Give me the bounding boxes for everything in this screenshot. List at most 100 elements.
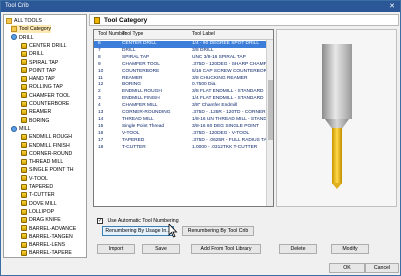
tree-item[interactable]: DRILL [21, 50, 44, 58]
cell-label: 1/4 FLAT ENDMILL - STANDARD [192, 96, 264, 102]
cell-num: 7 [98, 47, 101, 53]
drill-bit-body [332, 128, 342, 184]
drill-icon [11, 125, 17, 132]
tree-item[interactable]: DOVE MILL [21, 200, 57, 208]
table-row[interactable]: 17 TAPERED .375D - .0625R - FULL RADIUS TA… [94, 138, 273, 145]
table-row[interactable]: 3 ENDMILL FINISH 1/4 FLAT ENDMILL - STANDA… [94, 96, 266, 103]
tree-item[interactable]: THREAD MILL [21, 158, 63, 166]
delete-button[interactable]: Delete [279, 244, 317, 254]
tree-item[interactable]: CENTER DRILL [21, 42, 66, 50]
cell-type: T-CUTTER [122, 144, 146, 150]
table-row[interactable]: 11 REAMER 3/8 CHUCKING REAMER [94, 76, 266, 83]
auto-numbering-checkbox[interactable]: ✓ Use Automatic Tool Numbering [97, 217, 179, 225]
tree-item[interactable]: ENDMILL ROUGH [21, 133, 72, 141]
folder-icon [11, 25, 17, 32]
cell-label: .375D - .125R - 120TD - CORNER I [192, 110, 269, 115]
tree-item[interactable]: BARREL-LENS [21, 241, 65, 249]
tool-list-scrollbar[interactable] [266, 40, 273, 206]
table-row[interactable]: 10 COUNTERBORE 5/16 CAP SCREW COUNTERBORE [94, 69, 270, 76]
renumber-by-crib-button[interactable]: Renumbering By Tool Crib [182, 226, 254, 236]
tool-icon [21, 75, 27, 82]
tree-item-label: POINT TAP [29, 67, 56, 74]
table-row[interactable]: 14 THREAD MILL 1/8-16 UN THREAD MILL - STA… [94, 116, 273, 124]
table-row[interactable]: 4 CHAMFER MILL 3/8" Chamfer Endmill [94, 103, 266, 110]
tree-item[interactable]: DRILL [11, 34, 34, 42]
tree-item-label: HAND TAP [29, 76, 55, 83]
tree-item[interactable]: ALL TOOLS [6, 17, 42, 25]
tree-item[interactable]: DRAG KNIFE [21, 216, 61, 224]
cancel-button[interactable]: Cancel [365, 263, 399, 273]
tree-item[interactable]: COUNTERBORE [21, 100, 69, 108]
tree-item[interactable]: POINT TAP [21, 67, 56, 75]
cell-type: CORNER-ROUNDING [122, 110, 171, 115]
cell-num: 4 [98, 103, 101, 109]
table-row[interactable]: 7 DRILL 3/8 DRILL [94, 48, 266, 55]
save-button[interactable]: Save [142, 244, 180, 254]
tree-item[interactable]: HAND TAP [21, 75, 55, 83]
cell-type: THREAD MILL [122, 116, 154, 122]
table-row[interactable]: 15 Single Point Thread 3/8-16 60 DEG SINGL… [94, 124, 266, 131]
tree-item[interactable]: CORNER-ROUND [21, 150, 72, 158]
table-row[interactable]: 8 SPIRAL TAP UNC 3/8-16 SPIRAL TAP [94, 55, 266, 62]
tool-icon [21, 216, 27, 223]
cell-label: 3/8 DRILL [192, 47, 214, 53]
checkbox-box[interactable]: ✓ [97, 217, 103, 224]
cell-type: CHAMFER MILL [122, 103, 158, 109]
tree-item[interactable]: LOLLIPOP [21, 208, 54, 216]
renumber-by-usage-button[interactable]: Renumbering By Usage In... [102, 226, 174, 236]
column-header-tool-label[interactable]: Tool Label [192, 30, 215, 39]
category-header: Tool Category [89, 14, 399, 26]
tree-item[interactable]: ROLLING TAP [21, 83, 63, 91]
cell-label: .375D - .0625R - FULL RADIUS TAPE [192, 137, 274, 143]
tree-item[interactable]: BORING [21, 117, 49, 125]
cell-type: SPIRAL TAP [122, 54, 150, 60]
folder-icon [6, 17, 12, 24]
table-row[interactable]: 9 CHAMFER TOOL .375D - 120DEG - SHARP CHAM… [94, 61, 273, 69]
tree-item[interactable]: SINGLE POINT TH [21, 166, 74, 174]
tree-item[interactable]: BARREL-TAPERE [21, 249, 72, 257]
tree-item-label: CORNER-ROUND [29, 150, 73, 157]
tool-icon [21, 225, 27, 232]
tree-item[interactable]: BARREL-ADVANCE [21, 225, 76, 233]
cell-label: .375D - 120DEG - SHARP CHAMFER [192, 61, 274, 67]
table-row[interactable]: 18 T-CUTTER 1.0000 - .0312TKK T-CUTTER [94, 145, 266, 152]
scrollbar-thumb[interactable] [268, 80, 273, 140]
add-from-library-button[interactable]: Add From Tool Library [191, 244, 261, 254]
tree-item-label: DRAG KNIFE [29, 217, 61, 224]
tool-icon [21, 59, 27, 66]
tool-icon [21, 208, 27, 215]
close-icon[interactable]: ✕ [387, 1, 397, 12]
modify-button[interactable]: Modify [331, 244, 369, 254]
tree-item[interactable]: TAPERED [21, 183, 53, 191]
tree-item[interactable]: T-CUTTER [21, 191, 55, 199]
cell-label: .375D - 120DEG - V-TOOL [192, 130, 250, 136]
tree-item[interactable]: ENDMILL FINISH [21, 142, 70, 150]
tool-icon [21, 42, 27, 49]
cell-type: ENDMILL FINISH [122, 96, 160, 102]
tree-item-label: MILL [19, 125, 31, 132]
cell-type: DRILL [122, 47, 136, 53]
tool-category-tree[interactable]: ALL TOOLS Tool Category DRILL CENTER DRILL D… [3, 14, 87, 258]
tree-item[interactable]: V-TOOL [21, 175, 48, 183]
tree-item-label: V-TOOL [29, 175, 48, 182]
tree-item[interactable]: Tool Category [11, 25, 52, 34]
cell-num: 15 [98, 123, 104, 129]
cell-type: CHAMFER TOOL [122, 61, 160, 67]
tool-list[interactable]: Tool Number Tool Type Tool Label 6 CENTER… [93, 29, 274, 207]
column-header-tool-type[interactable]: Tool Type [122, 30, 143, 39]
ok-button[interactable]: OK [329, 263, 365, 273]
table-row[interactable]: 6 CENTER DRILL 1/4 - 90 DEGREE SPOT DRILL [94, 41, 266, 48]
tree-item[interactable]: BARREL-TANGEN [21, 233, 73, 241]
cell-label: UNC 3/8-16 SPIRAL TAP [192, 54, 246, 60]
tree-item[interactable]: REAMER [21, 108, 51, 116]
tree-item[interactable]: SPIRAL TAP [21, 59, 58, 67]
tree-item[interactable]: MILL [11, 125, 31, 133]
drill-bit-tip [332, 183, 342, 189]
tree-item[interactable]: CHAMFER TOOL [21, 92, 70, 100]
table-row[interactable]: 13 CORNER-ROUNDING .375D - .125R - 120TD -… [94, 110, 269, 117]
tool-icon [94, 17, 100, 24]
window-title: Tool Crib [5, 3, 29, 9]
table-row[interactable]: 16 V-TOOL .375D - 120DEG - V-TOOL [94, 131, 266, 138]
tool-icon [21, 200, 27, 207]
import-button[interactable]: Import [97, 244, 135, 254]
